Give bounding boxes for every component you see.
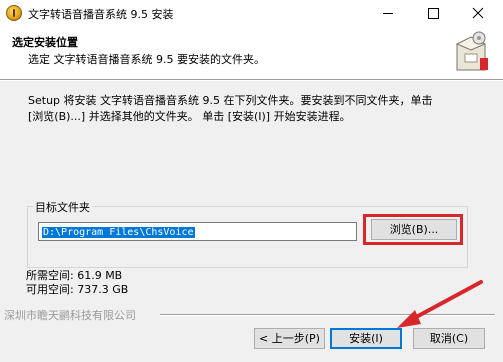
page-subtitle: 选定 文字转语音播音系统 9.5 要安装的文件夹。 (28, 53, 265, 66)
browse-button[interactable]: 浏览(B)... (371, 219, 457, 240)
install-box-icon (455, 31, 488, 71)
footer-divider (160, 314, 495, 316)
back-button[interactable]: < 上一步(P) (254, 328, 325, 349)
install-button[interactable]: 安装(I) (330, 328, 402, 349)
install-path-value: D:\Program Files\ChsVoice (42, 227, 195, 238)
company-name: 深圳市瞻天鹂科技有限公司 (4, 309, 136, 322)
destination-group-label: 目标文件夹 (33, 199, 92, 215)
install-path-input[interactable]: D:\Program Files\ChsVoice (38, 222, 357, 241)
maximize-button[interactable] (410, 0, 455, 25)
minimize-button[interactable] (365, 0, 410, 25)
page-header: 选定安装位置 选定 文字转语音播音系统 9.5 要安装的文件夹。 (0, 25, 503, 80)
close-button[interactable] (455, 0, 500, 25)
title-bar: 文字转语音播音系统 9.5 安装 (0, 0, 503, 25)
cancel-button[interactable]: 取消(C) (413, 328, 485, 349)
installer-app-icon (6, 5, 22, 21)
window-title: 文字转语音播音系统 9.5 安装 (28, 8, 174, 21)
dialog-content: Setup 将安装 文字转语音播音系统 9.5 在下列文件夹。要安装到不同文件夹… (0, 81, 503, 362)
page-title: 选定安装位置 (12, 36, 78, 49)
instruction-text: Setup 将安装 文字转语音播音系统 9.5 在下列文件夹。要安装到不同文件夹… (28, 94, 433, 123)
space-available-text: 可用空间: 737.3 GB (26, 283, 129, 296)
close-icon (472, 7, 483, 19)
